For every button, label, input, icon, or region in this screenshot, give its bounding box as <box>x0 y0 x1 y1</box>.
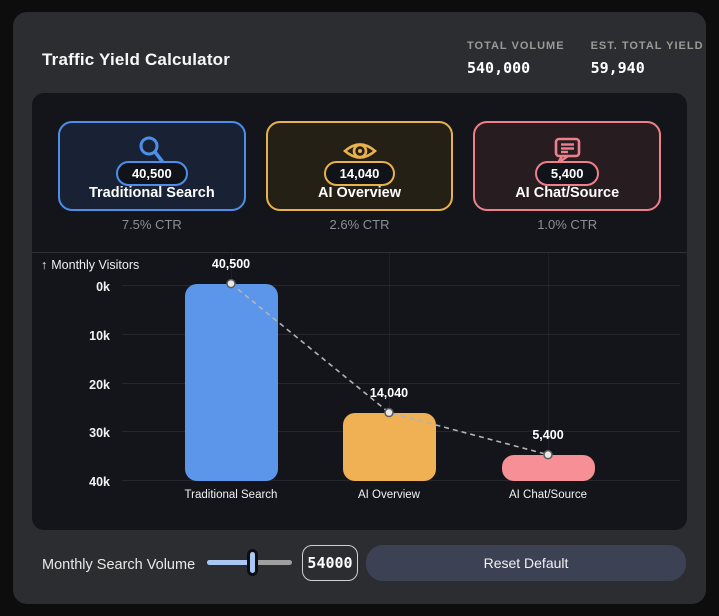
y-axis-tick-label: 30k <box>42 426 110 440</box>
monthly-search-volume-label: Monthly Search Volume <box>42 557 195 573</box>
ai-overview-card-wrap: 14,040 AI Overview 2.6% CTR <box>266 121 454 232</box>
slider-fill <box>207 560 252 565</box>
trend-point <box>385 409 393 417</box>
slider-thumb[interactable] <box>247 549 258 576</box>
ai-chat-source-card-wrap: 5,400 AI Chat/Source 1.0% CTR <box>473 121 661 232</box>
x-axis-label: Traditional Search <box>156 489 306 501</box>
est-total-yield-value: 59,940 <box>591 59 704 77</box>
ai-overview-card-label: AI Overview <box>318 185 401 201</box>
y-axis-tick-label: 10k <box>42 329 110 343</box>
trend-line-overlay <box>122 241 680 481</box>
trend-point <box>227 280 235 288</box>
total-volume-value: 540,000 <box>467 59 565 77</box>
page-title: Traffic Yield Calculator <box>42 50 230 70</box>
up-arrow-icon: ↑ <box>41 258 47 272</box>
traditional-search-count-badge: 40,500 <box>116 161 188 186</box>
traffic-yield-calculator-panel: Traffic Yield Calculator TOTAL VOLUME 54… <box>13 12 706 604</box>
est-total-yield-stat: EST. TOTAL YIELD 59,940 <box>591 40 704 77</box>
ai-overview-card: 14,040 AI Overview <box>266 121 454 211</box>
traditional-search-card: 40,500 Traditional Search <box>58 121 246 211</box>
plot-area: 40k30k20k10k0k40,500Traditional Search14… <box>122 286 680 481</box>
ai-overview-ctr: 2.6% CTR <box>330 217 390 232</box>
trend-point <box>544 451 552 459</box>
total-volume-label: TOTAL VOLUME <box>467 40 565 52</box>
ai-chat-source-card: 5,400 AI Chat/Source <box>473 121 661 211</box>
source-cards-row: 40,500 Traditional Search 7.5% CTR 14,04… <box>32 121 687 232</box>
ai-chat-source-count-badge: 5,400 <box>535 161 600 186</box>
x-axis-label: AI Overview <box>314 489 464 501</box>
calculator-body: 40,500 Traditional Search 7.5% CTR 14,04… <box>32 93 687 530</box>
reset-default-button[interactable]: Reset Default <box>366 545 686 581</box>
traditional-search-card-label: Traditional Search <box>89 185 215 201</box>
ai-overview-count-badge: 14,040 <box>324 161 396 186</box>
y-axis-tick-label: 40k <box>42 475 110 489</box>
y-axis-tick-label: 20k <box>42 378 110 392</box>
volume-input[interactable] <box>302 545 358 581</box>
y-axis-tick-label: 0k <box>42 280 110 294</box>
est-total-yield-label: EST. TOTAL YIELD <box>591 40 704 52</box>
traditional-search-card-wrap: 40,500 Traditional Search 7.5% CTR <box>58 121 246 232</box>
monthly-search-volume-slider[interactable] <box>207 546 307 578</box>
total-volume-stat: TOTAL VOLUME 540,000 <box>467 40 565 77</box>
ai-chat-source-card-label: AI Chat/Source <box>515 185 619 201</box>
traditional-search-ctr: 7.5% CTR <box>122 217 182 232</box>
header-stats: TOTAL VOLUME 540,000 EST. TOTAL YIELD 59… <box>467 40 704 77</box>
monthly-visitors-chart: ↑Monthly Visitors 40k30k20k10k0k40,500Tr… <box>32 252 687 530</box>
x-axis-label: AI Chat/Source <box>473 489 623 501</box>
ai-chat-source-ctr: 1.0% CTR <box>537 217 597 232</box>
